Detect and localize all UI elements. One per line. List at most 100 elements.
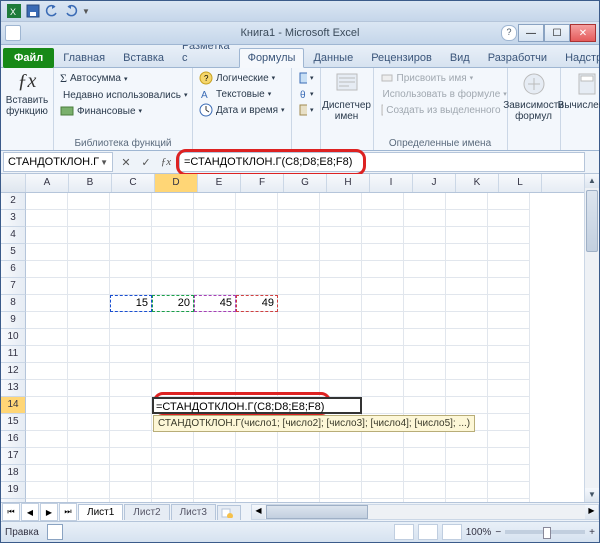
cell[interactable] <box>404 210 446 227</box>
cell[interactable] <box>488 380 530 397</box>
cell[interactable] <box>404 465 446 482</box>
cell[interactable] <box>320 363 362 380</box>
cell[interactable] <box>404 312 446 329</box>
column-header[interactable]: L <box>499 174 542 192</box>
cell[interactable] <box>152 482 194 499</box>
row-header[interactable]: 18 <box>1 465 26 482</box>
cell[interactable] <box>446 261 488 278</box>
cell[interactable] <box>404 329 446 346</box>
cell[interactable] <box>194 363 236 380</box>
cell[interactable] <box>26 312 68 329</box>
row-header[interactable]: 4 <box>1 227 26 244</box>
vscroll-thumb[interactable] <box>586 190 598 252</box>
cell[interactable] <box>278 295 320 312</box>
cell[interactable] <box>26 261 68 278</box>
cell[interactable] <box>68 329 110 346</box>
cell[interactable] <box>488 210 530 227</box>
cell[interactable] <box>488 193 530 210</box>
cell[interactable] <box>68 448 110 465</box>
cell[interactable] <box>110 414 152 431</box>
cell[interactable] <box>68 499 110 502</box>
help-icon[interactable]: ? <box>501 25 517 41</box>
cell[interactable] <box>236 278 278 295</box>
cell[interactable] <box>278 278 320 295</box>
cell[interactable] <box>362 261 404 278</box>
cell[interactable] <box>446 295 488 312</box>
cell[interactable] <box>362 482 404 499</box>
vertical-scrollbar[interactable]: ▲ ▼ <box>584 174 599 502</box>
cell[interactable] <box>446 482 488 499</box>
cell[interactable] <box>320 431 362 448</box>
cell[interactable] <box>488 465 530 482</box>
cell[interactable] <box>194 431 236 448</box>
cell[interactable] <box>26 465 68 482</box>
financial-button[interactable]: Финансовые ▾ <box>58 103 188 119</box>
cell[interactable] <box>446 193 488 210</box>
zoom-thumb[interactable] <box>543 527 551 539</box>
window-dropdown-icon[interactable] <box>5 25 21 41</box>
cell[interactable] <box>278 465 320 482</box>
cell[interactable] <box>194 380 236 397</box>
cell[interactable] <box>194 448 236 465</box>
cell[interactable] <box>194 329 236 346</box>
assign-name-button[interactable]: Присвоить имя ▾ <box>378 70 503 86</box>
cell[interactable] <box>68 414 110 431</box>
cell[interactable] <box>446 397 488 414</box>
fx-button[interactable]: ƒx <box>158 154 174 170</box>
cell[interactable]: 49 <box>236 295 278 312</box>
cell[interactable] <box>68 295 110 312</box>
sheet-last-button[interactable]: ⏭ <box>59 503 77 521</box>
cell[interactable] <box>236 193 278 210</box>
cell[interactable] <box>68 278 110 295</box>
cell[interactable] <box>488 329 530 346</box>
cell[interactable] <box>488 397 530 414</box>
cell[interactable] <box>236 499 278 502</box>
cell[interactable] <box>26 227 68 244</box>
autosum-button[interactable]: ΣАвтосумма ▾ <box>58 70 188 87</box>
cell[interactable] <box>68 380 110 397</box>
cell[interactable] <box>488 295 530 312</box>
scroll-up-arrow[interactable]: ▲ <box>585 174 599 188</box>
cell[interactable] <box>26 431 68 448</box>
sheet-tab-3[interactable]: Лист3 <box>171 504 216 520</box>
cell[interactable] <box>320 244 362 261</box>
cell[interactable] <box>404 227 446 244</box>
cell[interactable] <box>278 244 320 261</box>
cell[interactable] <box>404 397 446 414</box>
cell[interactable] <box>236 363 278 380</box>
cell[interactable] <box>26 210 68 227</box>
cell[interactable] <box>152 210 194 227</box>
close-button[interactable]: ✕ <box>570 24 596 42</box>
cell[interactable] <box>446 380 488 397</box>
column-header[interactable]: H <box>327 174 370 192</box>
undo-icon[interactable] <box>44 3 60 19</box>
column-header[interactable]: K <box>456 174 499 192</box>
cell[interactable] <box>68 397 110 414</box>
cell[interactable] <box>362 193 404 210</box>
row-header[interactable]: 8 <box>1 295 26 312</box>
cell[interactable] <box>236 482 278 499</box>
name-box[interactable]: СТАНДОТКЛОН.Г ▼ <box>3 152 113 172</box>
minimize-button[interactable]: — <box>518 24 544 42</box>
cell[interactable] <box>404 448 446 465</box>
cell[interactable] <box>236 261 278 278</box>
cell[interactable] <box>404 363 446 380</box>
sheet-first-button[interactable]: ⏮ <box>2 503 20 521</box>
cell[interactable] <box>110 499 152 502</box>
cell[interactable] <box>152 329 194 346</box>
cell[interactable] <box>236 227 278 244</box>
cell[interactable] <box>152 312 194 329</box>
cell[interactable] <box>68 363 110 380</box>
name-box-dropdown-icon[interactable]: ▼ <box>100 158 108 167</box>
cell[interactable] <box>152 244 194 261</box>
column-header[interactable]: D <box>155 174 198 192</box>
cell[interactable] <box>110 482 152 499</box>
cell[interactable] <box>68 346 110 363</box>
view-page-break-button[interactable] <box>442 524 462 540</box>
cell[interactable] <box>488 363 530 380</box>
zoom-in-button[interactable]: + <box>589 527 595 538</box>
cell[interactable] <box>194 346 236 363</box>
cell[interactable] <box>488 414 530 431</box>
row-header[interactable]: 14 <box>1 397 26 414</box>
cell[interactable]: 15 <box>110 295 152 312</box>
